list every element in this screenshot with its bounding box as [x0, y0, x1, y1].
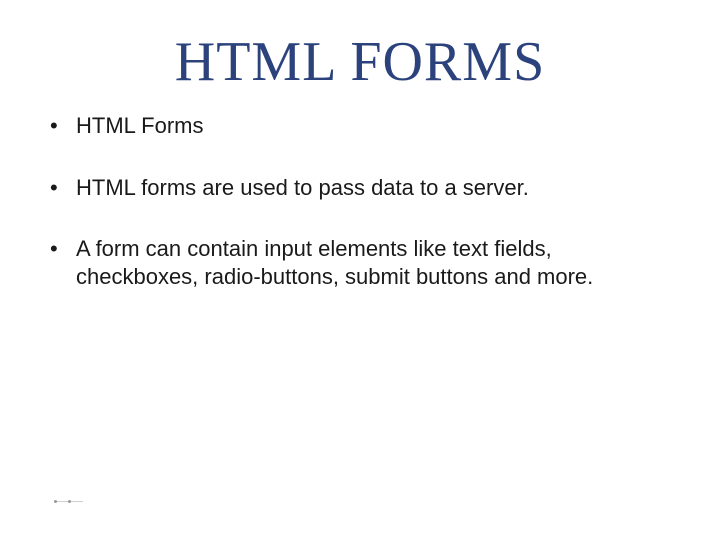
decoration-icon: [54, 498, 88, 504]
slide: HTML FORMS HTML Forms HTML forms are use…: [0, 0, 720, 540]
list-item: A form can contain input elements like t…: [46, 235, 680, 290]
list-item: HTML forms are used to pass data to a se…: [46, 174, 680, 202]
slide-title: HTML FORMS: [40, 30, 680, 94]
bullet-list: HTML Forms HTML forms are used to pass d…: [46, 112, 680, 290]
list-item: HTML Forms: [46, 112, 680, 140]
